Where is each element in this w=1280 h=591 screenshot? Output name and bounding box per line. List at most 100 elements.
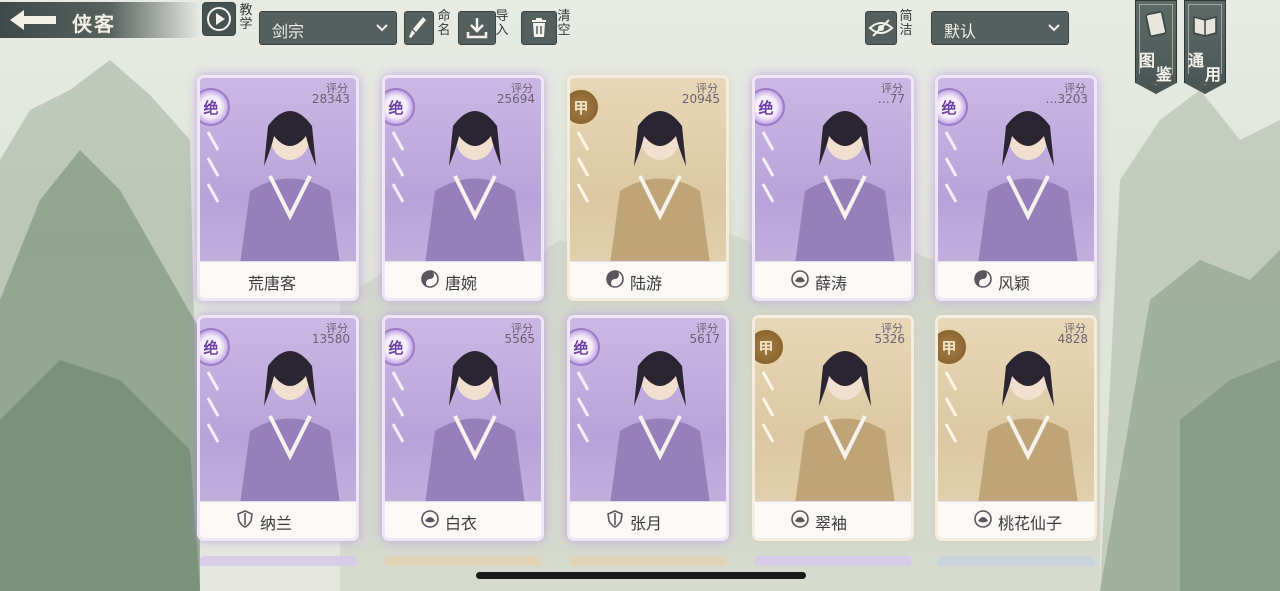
score-value: 13580 (311, 332, 350, 346)
simple-view-toggle[interactable] (865, 11, 897, 45)
card-peek (385, 556, 541, 566)
hero-name: 张月 (630, 514, 663, 533)
sword-rank-icon (944, 371, 958, 443)
hero-portrait (240, 351, 340, 504)
hero-name: 桃花仙子 (998, 514, 1063, 533)
hero-card[interactable]: 绝评分 25694 唐婉 (385, 78, 541, 298)
score-value: 5326 (874, 332, 905, 346)
hero-card[interactable]: 甲评分 4828 桃花仙子 (938, 318, 1094, 538)
score-value: 28343 (311, 92, 350, 106)
yin-yang-icon (974, 270, 992, 288)
tutorial-button[interactable] (202, 2, 236, 36)
yin-yang-icon (421, 270, 439, 288)
tab-general[interactable]: 通 用 (1184, 0, 1226, 94)
sect-filter-select[interactable]: 剑宗 (259, 11, 397, 45)
sect-filter-value: 剑宗 (272, 22, 305, 41)
name-bar: 陆游 (570, 261, 726, 298)
sword-rank-icon (391, 131, 405, 203)
tab-general-label-2: 用 (1205, 65, 1222, 84)
sort-select[interactable]: 默认 (931, 11, 1069, 45)
trash-icon (532, 18, 546, 37)
hero-card[interactable]: 绝评分 5565 白衣 (385, 318, 541, 538)
score-value: 5565 (504, 332, 535, 346)
grade-label: 绝 (388, 339, 404, 357)
grade-label: 绝 (388, 99, 404, 117)
hero-portrait (978, 111, 1078, 264)
rename-button[interactable] (404, 11, 434, 45)
lotus-icon (791, 510, 809, 528)
score-value: 25694 (496, 92, 535, 106)
sword-rank-icon (944, 131, 958, 203)
tab-codex-label-2: 鉴 (1156, 65, 1173, 84)
hero-name: 翠袖 (815, 514, 848, 533)
lotus-icon (974, 510, 992, 528)
sort-value: 默认 (944, 22, 977, 41)
hero-portrait (795, 111, 895, 264)
shield-icon (607, 510, 623, 528)
hero-portrait (425, 351, 525, 504)
tutorial-label: 教学 (239, 3, 253, 32)
yin-yang-icon (606, 270, 624, 288)
play-icon (207, 7, 231, 31)
sword-rank-icon (391, 371, 405, 443)
clear-button[interactable] (521, 11, 557, 45)
name-bar: 薛涛 (755, 261, 911, 298)
grade-label: 甲 (941, 339, 957, 357)
back-button[interactable]: 侠客 (0, 2, 200, 38)
grade-label: 绝 (573, 339, 589, 357)
score-value: …3203 (1045, 92, 1088, 106)
chevron-down-icon (1048, 24, 1060, 32)
name-bar: 张月 (570, 501, 726, 538)
hero-name: 薛涛 (815, 274, 848, 293)
sword-rank-icon (576, 131, 590, 203)
hero-name: 风颖 (998, 274, 1031, 293)
book-icon (1193, 16, 1217, 37)
chevron-down-icon (376, 24, 388, 32)
simple-view-label: 简洁 (899, 9, 913, 38)
download-icon (466, 18, 488, 39)
score-value: 20945 (681, 92, 720, 106)
card-peek (570, 556, 726, 566)
sword-rank-icon (761, 131, 775, 203)
score-value: 4828 (1057, 332, 1088, 346)
grade-label: 绝 (941, 99, 957, 117)
grade-label: 甲 (573, 99, 589, 117)
name-bar: 纳兰 (200, 501, 356, 538)
back-arrow-icon (10, 10, 56, 30)
hero-card[interactable]: 绝评分 5617 张月 (570, 318, 726, 538)
tab-codex[interactable]: 图 鉴 (1135, 0, 1177, 94)
card-peek (755, 556, 911, 566)
hero-name: 陆游 (630, 274, 663, 293)
hero-card[interactable]: 绝评分 …3203 风颖 (938, 78, 1094, 298)
hero-card[interactable]: 甲评分 20945 陆游 (570, 78, 726, 298)
tab-codex-label-1: 图 (1139, 51, 1156, 70)
hero-portrait (978, 351, 1078, 504)
import-label: 导入 (495, 9, 509, 38)
score-value: …77 (877, 92, 905, 106)
hero-card[interactable]: 绝评分 …77 薛涛 (755, 78, 911, 298)
hero-name: 白衣 (445, 514, 478, 533)
hero-portrait (610, 351, 710, 504)
hero-name: 唐婉 (445, 274, 478, 293)
brush-icon (409, 17, 426, 38)
rename-label: 命名 (437, 9, 451, 38)
hero-card[interactable]: 绝评分 28343 荒唐客 (200, 78, 356, 298)
hero-card[interactable]: 甲评分 5326 翠袖 (755, 318, 911, 538)
import-button[interactable] (458, 11, 496, 45)
hero-card[interactable]: 绝评分 13580 纳兰 (200, 318, 356, 538)
page-title: 侠客 (72, 12, 116, 36)
hero-name: 荒唐客 (248, 274, 297, 293)
sword-rank-icon (576, 371, 590, 443)
name-bar: 桃花仙子 (938, 501, 1094, 538)
name-bar: 唐婉 (385, 261, 541, 298)
lotus-icon (421, 510, 439, 528)
name-bar: 风颖 (938, 261, 1094, 298)
home-indicator[interactable] (476, 572, 806, 579)
top-bar: 侠客 教学 剑宗 命名 导入 清空 简洁 默认 (0, 0, 1280, 48)
name-bar: 白衣 (385, 501, 541, 538)
grade-label: 绝 (203, 339, 219, 357)
grade-label: 甲 (758, 339, 774, 357)
hero-portrait (610, 111, 710, 264)
sword-rank-icon (761, 371, 775, 443)
shield-icon (237, 510, 253, 528)
